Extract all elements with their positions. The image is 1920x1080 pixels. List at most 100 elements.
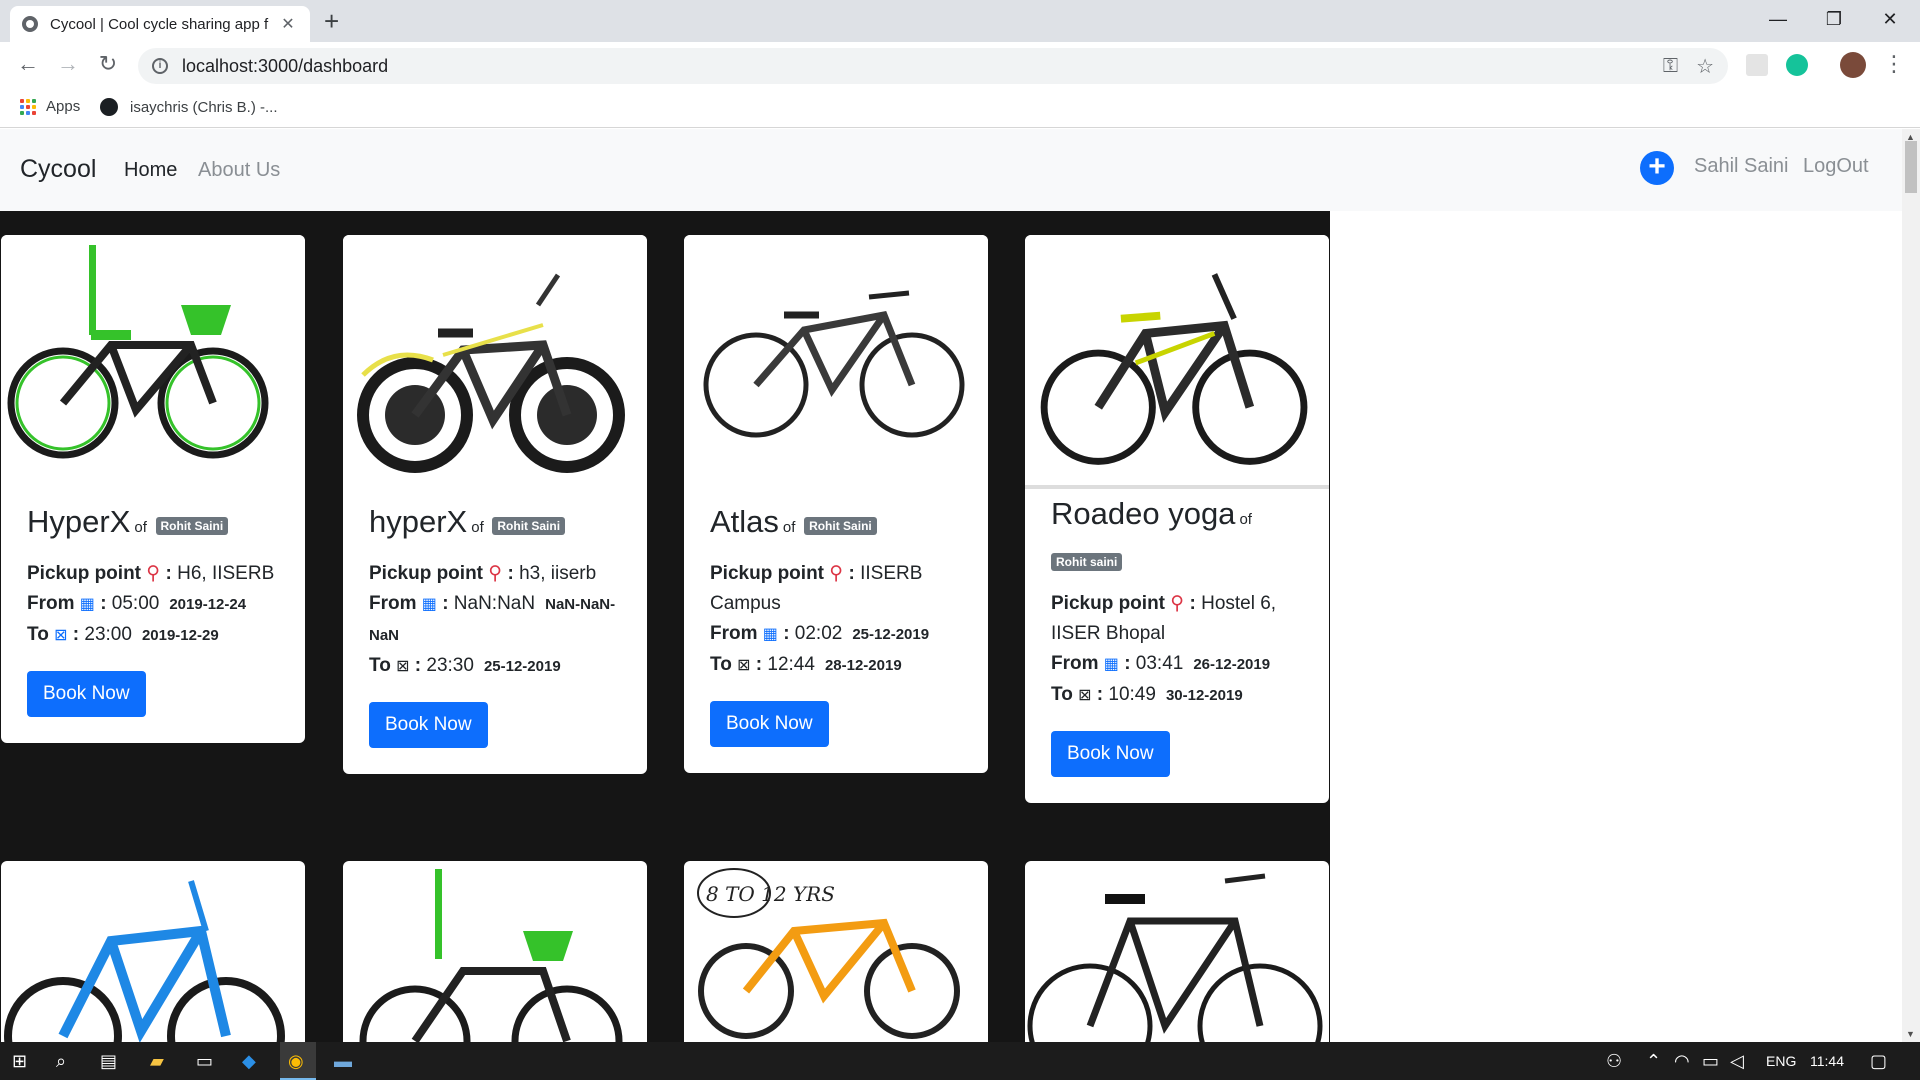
clock[interactable]: 11:44 (1810, 1050, 1844, 1072)
windows-start-icon[interactable]: ⊞ (12, 1050, 27, 1072)
cycle-grid: HyperX of Rohit Saini Pickup point ⚲ : H6… (0, 211, 1330, 1042)
logout-link[interactable]: LogOut (1803, 155, 1869, 178)
volume-icon[interactable]: ◁ (1730, 1050, 1744, 1072)
calendar-x-icon: ⊠ (54, 627, 68, 644)
task-view-icon[interactable]: ▤ (100, 1050, 117, 1072)
search-icon[interactable]: ⌕ (56, 1050, 66, 1072)
bicycle-image (703, 290, 965, 438)
extension-icon[interactable] (1746, 54, 1768, 76)
card-body: Roadeo yoga of Rohit saini Pickup point ⚲ … (1025, 489, 1329, 803)
nav-home[interactable]: Home (124, 159, 177, 182)
from-label: From (369, 593, 417, 614)
avatar[interactable] (1840, 52, 1866, 78)
notifications-icon[interactable]: ▢ (1870, 1050, 1887, 1072)
pickup-label: Pickup point (27, 563, 141, 584)
book-now-button[interactable]: Book Now (369, 702, 488, 748)
new-tab-button[interactable]: + (324, 8, 339, 34)
bookmarks-bar: Apps isaychris (Chris B.) -... (0, 88, 1920, 128)
site-navbar: Cycool Home About Us + Sahil Saini LogOu… (0, 129, 1902, 211)
terminal-icon[interactable]: ▭ (196, 1050, 213, 1072)
bicycle-image (7, 245, 269, 459)
nav-about-us[interactable]: About Us (198, 159, 280, 182)
add-cycle-button[interactable]: + (1640, 151, 1674, 185)
to-date: 30-12-2019 (1165, 687, 1243, 704)
card-body: hyperX of Rohit Saini Pickup point ⚲ : h3… (343, 497, 647, 774)
globe-icon (22, 16, 38, 32)
calendar-x-icon: ⊠ (396, 658, 410, 675)
file-explorer-icon[interactable]: ▰ (150, 1050, 164, 1072)
owner-badge: Rohit saini (1051, 553, 1123, 571)
from-date: 2019-12-24 (169, 596, 247, 613)
book-now-button[interactable]: Book Now (27, 671, 146, 717)
maximize-icon[interactable]: ❐ (1804, 4, 1864, 34)
pickup-label: Pickup point (710, 563, 824, 584)
cycle-card: 8 TO 12 YRS (684, 861, 988, 1042)
key-icon[interactable]: ⚿ (1663, 55, 1678, 78)
to-date: 28-12-2019 (824, 657, 902, 674)
bookmark-label: Apps (46, 98, 81, 115)
vscode-icon[interactable]: ◆ (242, 1050, 256, 1072)
windows-taskbar: ⊞ ⌕ ▤ ▰ ▭ ◆ ◉ ▬ ⚇ ⌃ ◠ ▭ ◁ ENG 11:44 ▢ (0, 1042, 1920, 1080)
calendar-x-icon: ⊠ (1078, 687, 1092, 704)
wifi-icon[interactable]: ◠ (1674, 1050, 1690, 1072)
apps-icon (20, 98, 36, 115)
reload-icon[interactable]: ↻ (94, 51, 122, 77)
owner-badge: Rohit Saini (155, 517, 229, 535)
forward-icon[interactable]: → (54, 51, 82, 77)
page-scrollbar[interactable]: ▲ ▼ (1902, 129, 1920, 1042)
close-icon[interactable]: ✕ (278, 14, 298, 34)
from-label: From (710, 623, 758, 644)
calendar-x-icon: ⊠ (737, 657, 751, 674)
cycle-name: HyperX (27, 504, 131, 539)
chrome-icon: ◉ (288, 1051, 304, 1071)
brand-logo[interactable]: Cycool (20, 155, 96, 184)
menu-icon[interactable]: ⋮ (1880, 51, 1908, 77)
from-label: From (27, 593, 75, 614)
grammarly-icon[interactable] (1786, 54, 1808, 76)
scroll-down-icon[interactable]: ▼ (1906, 1029, 1915, 1039)
cycle-photo (684, 235, 988, 497)
calendar-icon: ▦ (79, 596, 95, 613)
of-label: of (134, 519, 147, 536)
people-icon[interactable]: ⚇ (1606, 1050, 1622, 1072)
battery-icon[interactable]: ▭ (1702, 1050, 1719, 1072)
cycle-card (1025, 861, 1329, 1042)
calendar-icon: ▦ (421, 596, 437, 613)
of-label: of (782, 519, 796, 536)
to-label: To (710, 654, 732, 675)
back-icon[interactable]: ← (14, 51, 42, 77)
bicycle-image (359, 869, 623, 1042)
book-now-button[interactable]: Book Now (710, 701, 829, 747)
cycle-name: Roadeo yoga (1051, 496, 1236, 531)
bookmark-apps[interactable]: Apps (20, 98, 80, 115)
bicycle-image (1027, 873, 1323, 1042)
from-date: 26-12-2019 (1193, 656, 1271, 673)
info-icon[interactable]: i (152, 58, 168, 74)
app-icon[interactable]: ▬ (334, 1050, 352, 1072)
language-indicator[interactable]: ENG (1766, 1050, 1796, 1072)
user-name[interactable]: Sahil Saini (1694, 155, 1789, 178)
owner-badge: Rohit Saini (804, 517, 877, 535)
page-viewport: Cycool Home About Us + Sahil Saini LogOu… (0, 129, 1902, 1042)
address-bar[interactable]: i localhost:3000/dashboard ⚿ ☆ (138, 48, 1728, 84)
to-label: To (27, 624, 49, 645)
tab-title: Cycool | Cool cycle sharing app f (50, 15, 269, 33)
map-pin-icon: ⚲ (488, 563, 503, 584)
book-now-button[interactable]: Book Now (1051, 731, 1170, 777)
chevron-up-icon[interactable]: ⌃ (1646, 1050, 1661, 1072)
bookmark-github[interactable]: isaychris (Chris B.) -... (100, 98, 278, 116)
bicycle-image (4, 880, 285, 1042)
cycle-card: hyperX of Rohit Saini Pickup point ⚲ : h3… (343, 235, 647, 774)
to-time: 23:00 (84, 624, 132, 645)
map-pin-icon: ⚲ (146, 563, 161, 584)
browser-tab[interactable]: Cycool | Cool cycle sharing app f ✕ (10, 6, 310, 42)
close-window-icon[interactable]: ✕ (1860, 4, 1920, 34)
to-label: To (369, 655, 391, 676)
from-label: From (1051, 653, 1099, 674)
star-icon[interactable]: ☆ (1696, 54, 1714, 79)
calendar-icon: ▦ (762, 626, 778, 643)
of-label: of (1239, 511, 1252, 528)
minimize-icon[interactable]: — (1748, 4, 1808, 34)
scrollbar-thumb[interactable] (1905, 141, 1917, 193)
from-time: 05:00 (111, 593, 160, 614)
